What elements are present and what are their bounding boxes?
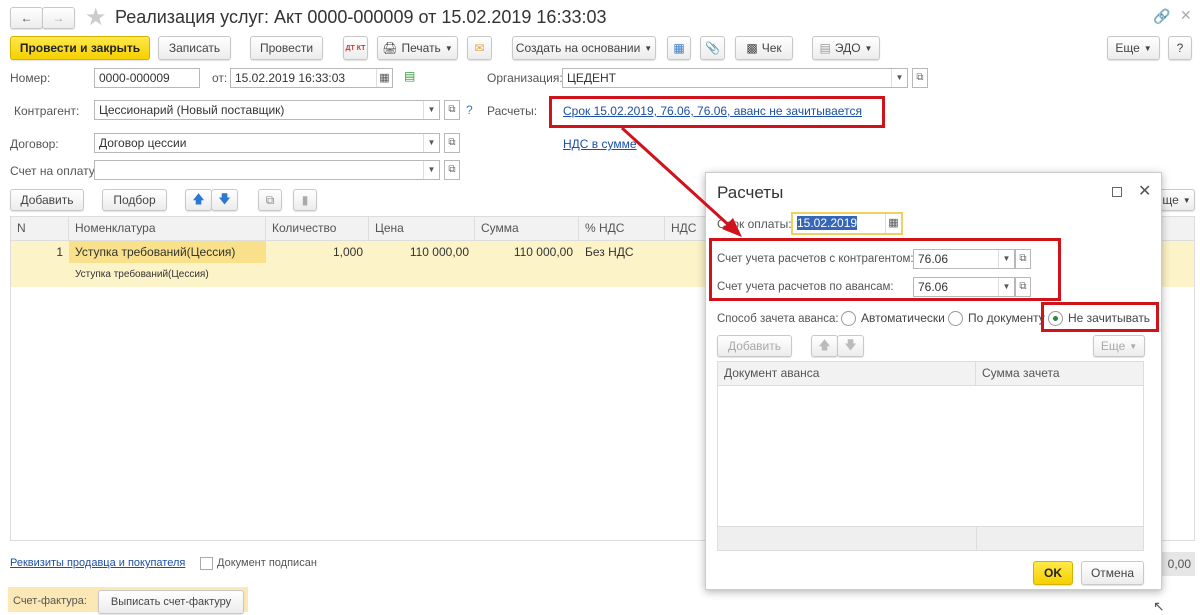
annotation-arrow <box>620 126 742 237</box>
mouse-cursor-icon: ↖ <box>1153 598 1165 614</box>
